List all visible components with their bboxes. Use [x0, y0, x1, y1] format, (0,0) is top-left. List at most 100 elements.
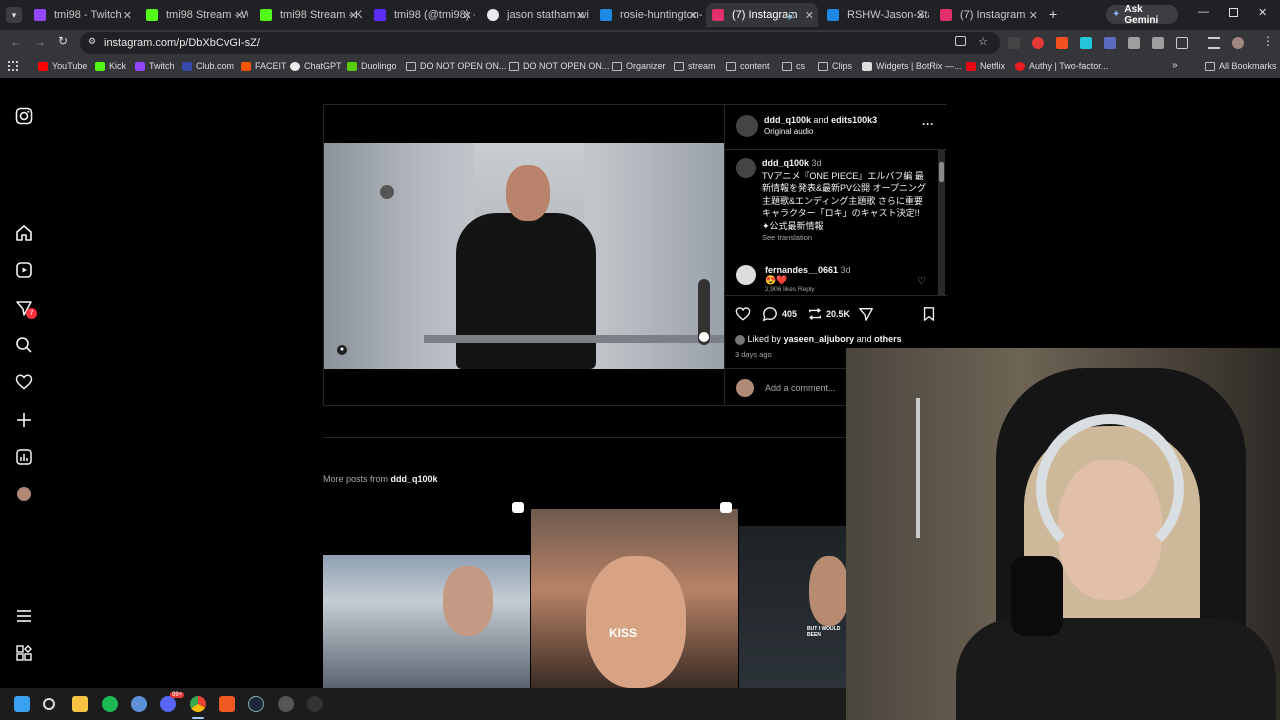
home-icon[interactable] — [15, 224, 33, 242]
install-icon[interactable] — [955, 36, 966, 46]
bookmarks-overflow-icon[interactable]: » — [1172, 60, 1178, 71]
close-icon[interactable]: ✕ — [235, 9, 244, 22]
bookmark-folder-content[interactable]: content — [726, 61, 770, 71]
more-post-thumb[interactable]: BUT I WOULD BEEN — [739, 496, 846, 688]
see-translation-link[interactable]: See translation — [762, 233, 927, 242]
tab-kick-1[interactable]: tmi98 Stream - W ✕ — [140, 3, 248, 27]
save-bookmark-icon[interactable] — [921, 306, 937, 322]
new-tab-button[interactable]: + — [1049, 6, 1057, 22]
browser-menu-icon[interactable]: ⋮ — [1262, 34, 1274, 48]
extensions-puzzle-icon[interactable] — [1176, 37, 1188, 49]
tab-instagram[interactable]: (7) Instagram ✕ — [934, 3, 1042, 27]
chrome-icon[interactable] — [190, 696, 206, 712]
extension-icon[interactable] — [1128, 37, 1140, 49]
tab-kick-2[interactable]: tmi98 Stream - Ki ✕ — [254, 3, 362, 27]
share-icon[interactable] — [858, 306, 874, 322]
close-icon[interactable]: ✕ — [689, 9, 698, 22]
bookmark-chatgpt[interactable]: ChatGPT — [290, 61, 342, 71]
bookmark-youtube[interactable]: YouTube — [38, 61, 87, 71]
more-post-thumb[interactable]: KISS — [531, 496, 738, 688]
app-icon[interactable] — [278, 696, 294, 712]
comment-icon[interactable] — [762, 306, 778, 322]
brave-icon[interactable] — [219, 696, 235, 712]
tab-rosie[interactable]: rosie-huntington- ✕ — [594, 3, 702, 27]
url-field[interactable]: ⚙ instagram.com/p/DbXbCvGI-sZ/ ☆ — [80, 32, 1000, 54]
bookmark-faceit[interactable]: FACEIT — [241, 61, 287, 71]
comment-avatar[interactable] — [736, 265, 756, 285]
extension-icon[interactable] — [1056, 37, 1068, 49]
extension-icon[interactable] — [1080, 37, 1092, 49]
comment-username[interactable]: fernandes__0661 — [765, 265, 838, 275]
instagram-logo-icon[interactable] — [15, 107, 33, 125]
close-icon[interactable]: ✕ — [916, 9, 925, 22]
close-icon[interactable]: ✕ — [1029, 9, 1038, 22]
app-icon[interactable] — [307, 696, 323, 712]
ask-gemini-button[interactable]: ✦ Ask Gemini — [1106, 4, 1178, 26]
extension-icon[interactable] — [1104, 37, 1116, 49]
tab-search-button[interactable]: ▾ — [6, 7, 22, 23]
bookmark-folder-stream[interactable]: stream — [674, 61, 716, 71]
bookmark-club[interactable]: Club.com — [182, 61, 234, 71]
forward-icon[interactable]: → — [34, 35, 46, 49]
close-icon[interactable]: ✕ — [349, 9, 358, 22]
more-post-thumb[interactable] — [323, 496, 530, 688]
tab-threads[interactable]: tmi98 (@tmi98) · T ✕ — [368, 3, 476, 27]
apps-grid-icon[interactable] — [8, 61, 18, 71]
tab-google[interactable]: jason statham wife ✕ — [481, 3, 589, 27]
tagged-people-icon[interactable]: ● — [337, 345, 347, 355]
reload-icon[interactable]: ↻ — [58, 34, 68, 48]
reading-list-icon[interactable] — [1208, 37, 1220, 49]
close-icon[interactable]: ✕ — [576, 9, 585, 22]
liked-by-user[interactable]: yaseen_aljubory — [784, 334, 855, 344]
scrollbar-thumb[interactable] — [939, 162, 944, 182]
speaker-icon[interactable]: 🔈 — [787, 10, 798, 21]
site-info-icon[interactable]: ⚙ — [88, 36, 96, 47]
bookmark-kick[interactable]: Kick — [95, 61, 126, 71]
threads-icon[interactable] — [15, 644, 33, 662]
profile-icon[interactable] — [17, 487, 31, 501]
repost-icon[interactable] — [807, 306, 823, 322]
bookmark-folder[interactable]: DO NOT OPEN ON... — [509, 61, 609, 71]
reels-icon[interactable] — [15, 261, 33, 279]
close-icon[interactable]: ✕ — [123, 9, 132, 22]
maximize-button[interactable] — [1229, 8, 1238, 17]
more-posts-user[interactable]: ddd_q100k — [391, 474, 438, 484]
all-bookmarks[interactable]: All Bookmarks — [1205, 61, 1277, 71]
spotify-icon[interactable] — [102, 696, 118, 712]
close-icon[interactable]: ✕ — [463, 9, 472, 22]
collab-username[interactable]: edits100k3 — [831, 115, 877, 125]
caption-avatar[interactable] — [736, 158, 756, 178]
bookmark-twitch[interactable]: Twitch — [135, 61, 175, 71]
caption-username[interactable]: ddd_q100k — [762, 158, 809, 168]
search-icon[interactable] — [15, 336, 33, 354]
liked-by-avatar[interactable] — [735, 334, 745, 345]
bookmark-folder-clips[interactable]: Clips — [818, 61, 852, 71]
dashboard-icon[interactable] — [15, 448, 33, 466]
author-username[interactable]: ddd_q100k — [764, 115, 811, 125]
minimize-button[interactable]: — — [1198, 6, 1209, 18]
search-icon[interactable] — [43, 698, 55, 710]
file-explorer-icon[interactable] — [72, 696, 88, 712]
volume-slider-thumb[interactable] — [699, 332, 709, 342]
bookmark-folder-organizer[interactable]: Organizer — [612, 61, 666, 71]
reel-video[interactable]: ● — [324, 105, 724, 405]
bookmark-folder-cs[interactable]: cs — [782, 61, 805, 71]
app-icon[interactable] — [131, 696, 147, 712]
bookmark-netflix[interactable]: Netflix — [966, 61, 1005, 71]
windows-start-icon[interactable] — [14, 696, 30, 712]
like-heart-icon[interactable] — [735, 306, 751, 322]
comment-like-icon[interactable]: ♡ — [917, 276, 926, 287]
bookmark-authy[interactable]: Authy | Two-factor... — [1015, 61, 1108, 71]
bookmark-duolingo[interactable]: Duolingo — [347, 61, 397, 71]
tab-twitch[interactable]: tmi98 - Twitch ✕ — [28, 3, 136, 27]
bookmark-star-icon[interactable]: ☆ — [978, 35, 988, 48]
tab-instagram-active[interactable]: (7) Instagram 🔈 ✕ — [706, 3, 818, 27]
audio-label[interactable]: Original audio — [764, 127, 813, 136]
extension-icon[interactable] — [1032, 37, 1044, 49]
create-icon[interactable] — [15, 411, 33, 429]
more-options-icon[interactable]: ··· — [922, 117, 934, 131]
liked-by-others[interactable]: others — [874, 334, 902, 344]
extension-icon[interactable] — [1008, 37, 1020, 49]
caption-scrollbar[interactable] — [938, 150, 945, 295]
close-window-button[interactable]: ✕ — [1258, 6, 1267, 19]
